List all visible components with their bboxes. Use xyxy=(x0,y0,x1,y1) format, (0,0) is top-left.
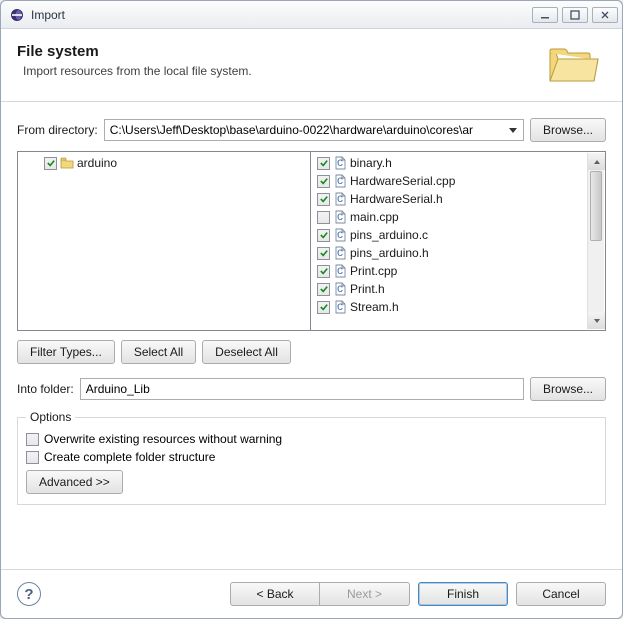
c-file-icon: c xyxy=(333,210,347,224)
file-label: HardwareSerial.cpp xyxy=(350,174,455,188)
cancel-button[interactable]: Cancel xyxy=(516,582,606,606)
svg-text:c: c xyxy=(337,282,343,295)
file-label: HardwareSerial.h xyxy=(350,192,443,206)
tree-item-label: arduino xyxy=(77,156,117,170)
scroll-down-button[interactable] xyxy=(588,312,605,329)
minimize-button[interactable] xyxy=(532,7,558,23)
file-checkbox[interactable] xyxy=(317,283,330,296)
filter-types-button[interactable]: Filter Types... xyxy=(17,340,115,364)
file-list-pane[interactable]: c binary.h c HardwareSerial.cpp c HardwareSer… xyxy=(311,151,606,331)
file-checkbox[interactable] xyxy=(317,211,330,224)
c-file-icon: c xyxy=(333,246,347,260)
list-item[interactable]: c HardwareSerial.h xyxy=(313,190,603,208)
overwrite-checkbox[interactable] xyxy=(26,433,39,446)
file-label: binary.h xyxy=(350,156,392,170)
list-item[interactable]: c HardwareSerial.cpp xyxy=(313,172,603,190)
eclipse-icon xyxy=(9,7,25,23)
tree-item-arduino[interactable]: arduino xyxy=(20,154,308,172)
c-file-icon: c xyxy=(333,300,347,314)
svg-text:c: c xyxy=(337,210,343,223)
file-label: Print.h xyxy=(350,282,385,296)
file-checkbox[interactable] xyxy=(317,265,330,278)
scroll-up-button[interactable] xyxy=(588,153,605,170)
options-group: Options Overwrite existing resources wit… xyxy=(17,410,606,505)
svg-text:c: c xyxy=(337,156,343,169)
deselect-all-button[interactable]: Deselect All xyxy=(202,340,291,364)
file-label: main.cpp xyxy=(350,210,399,224)
tree-checkbox[interactable] xyxy=(44,157,57,170)
complete-structure-checkbox[interactable] xyxy=(26,451,39,464)
options-legend: Options xyxy=(26,410,75,424)
browse-dest-button[interactable]: Browse... xyxy=(530,377,606,401)
file-label: pins_arduino.h xyxy=(350,246,429,260)
c-file-icon: c xyxy=(333,174,347,188)
svg-text:c: c xyxy=(337,300,343,313)
dialog-footer: ? < Back Next > Finish Cancel xyxy=(1,569,622,618)
c-file-icon: c xyxy=(333,156,347,170)
scroll-thumb[interactable] xyxy=(590,171,602,241)
folder-open-icon xyxy=(546,43,602,87)
list-item[interactable]: c Stream.h xyxy=(313,298,603,316)
c-file-icon: c xyxy=(333,264,347,278)
svg-text:c: c xyxy=(337,228,343,241)
titlebar: Import xyxy=(1,1,622,29)
close-button[interactable] xyxy=(592,7,618,23)
svg-text:c: c xyxy=(337,192,343,205)
import-dialog: Import File system Import resources from… xyxy=(0,0,623,619)
folder-icon xyxy=(60,156,74,170)
folder-tree-pane[interactable]: arduino xyxy=(17,151,311,331)
file-checkbox[interactable] xyxy=(317,247,330,260)
select-all-button[interactable]: Select All xyxy=(121,340,196,364)
file-checkbox[interactable] xyxy=(317,193,330,206)
complete-structure-label: Create complete folder structure xyxy=(44,450,215,464)
svg-text:c: c xyxy=(337,264,343,277)
into-folder-label: Into folder: xyxy=(17,382,74,396)
finish-button[interactable]: Finish xyxy=(418,582,508,606)
c-file-icon: c xyxy=(333,192,347,206)
c-file-icon: c xyxy=(333,228,347,242)
svg-text:c: c xyxy=(337,174,343,187)
list-item[interactable]: c Print.cpp xyxy=(313,262,603,280)
next-button: Next > xyxy=(320,582,410,606)
header-desc: Import resources from the local file sys… xyxy=(23,64,546,78)
scrollbar[interactable] xyxy=(587,153,604,329)
file-label: Stream.h xyxy=(350,300,399,314)
file-checkbox[interactable] xyxy=(317,157,330,170)
list-item[interactable]: c Print.h xyxy=(313,280,603,298)
maximize-button[interactable] xyxy=(562,7,588,23)
c-file-icon: c xyxy=(333,282,347,296)
list-item[interactable]: c pins_arduino.c xyxy=(313,226,603,244)
header-title: File system xyxy=(17,43,546,60)
from-directory-label: From directory: xyxy=(17,123,98,137)
advanced-button[interactable]: Advanced >> xyxy=(26,470,123,494)
file-checkbox[interactable] xyxy=(317,301,330,314)
list-item[interactable]: c pins_arduino.h xyxy=(313,244,603,262)
file-label: pins_arduino.c xyxy=(350,228,428,242)
list-item[interactable]: c binary.h xyxy=(313,154,603,172)
browse-source-button[interactable]: Browse... xyxy=(530,118,606,142)
back-button[interactable]: < Back xyxy=(230,582,320,606)
into-folder-input[interactable]: Arduino_Lib xyxy=(80,378,524,400)
window-title: Import xyxy=(31,8,532,22)
dialog-header: File system Import resources from the lo… xyxy=(1,29,622,102)
file-label: Print.cpp xyxy=(350,264,397,278)
help-icon[interactable]: ? xyxy=(17,582,41,606)
svg-text:c: c xyxy=(337,246,343,259)
from-directory-combo[interactable]: C:\Users\Jeff\Desktop\base\arduino-0022\… xyxy=(104,119,524,141)
overwrite-label: Overwrite existing resources without war… xyxy=(44,432,282,446)
file-checkbox[interactable] xyxy=(317,175,330,188)
file-checkbox[interactable] xyxy=(317,229,330,242)
list-item[interactable]: c main.cpp xyxy=(313,208,603,226)
